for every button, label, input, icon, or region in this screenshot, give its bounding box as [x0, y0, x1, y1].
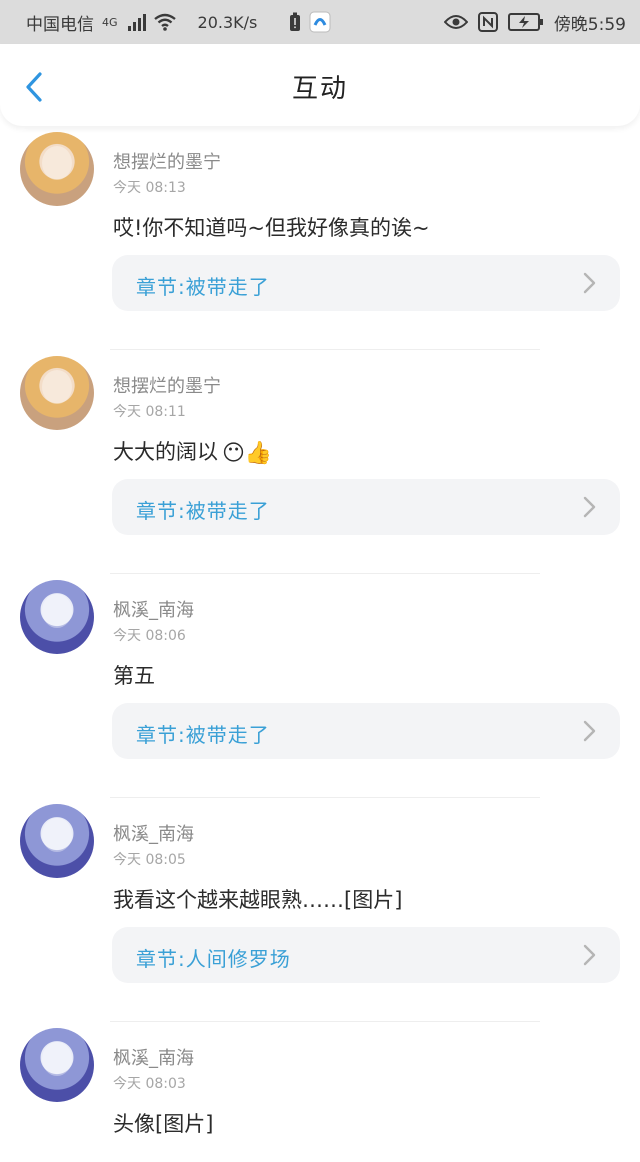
- comment-item[interactable]: 想摆烂的墨宁 今天 08:11 大大的阔以 😶👍 章节:被带走了: [0, 350, 640, 574]
- page-title: 互动: [291, 74, 348, 104]
- network-speed: 20.3K/s: [197, 12, 258, 32]
- nfc-icon: [477, 12, 498, 32]
- chapter-link[interactable]: 章节:人间修罗场: [112, 927, 620, 983]
- comment-text: 我看这个越来越眼熟……[图片]: [113, 888, 403, 912]
- comment-item[interactable]: 枫溪_南海 今天 08:06 第五 章节:被带走了: [0, 574, 640, 798]
- chevron-right-icon: [583, 272, 596, 294]
- timestamp: 今天 08:11: [113, 404, 186, 420]
- timestamp: 今天 08:05: [113, 852, 186, 868]
- comment-text-wrap: 大大的阔以 😶👍: [113, 436, 272, 466]
- chapter-link[interactable]: 章节:被带走了: [112, 255, 620, 311]
- battery-alert-icon: [290, 12, 301, 31]
- carrier-name: 中国电信: [26, 14, 94, 35]
- emoji: 😶👍: [222, 440, 273, 466]
- username[interactable]: 想摆烂的墨宁: [113, 148, 221, 174]
- comment-item[interactable]: 枫溪_南海 今天 08:05 我看这个越来越眼熟……[图片] 章节:人间修罗场: [0, 798, 640, 1022]
- chapter-label: 章节:被带走了: [136, 499, 270, 523]
- username[interactable]: 枫溪_南海: [113, 820, 194, 846]
- avatar[interactable]: [20, 132, 94, 206]
- chapter-label: 章节:被带走了: [136, 275, 270, 299]
- timestamp: 今天 08:13: [113, 180, 186, 196]
- clock: 傍晚5:59: [553, 14, 626, 35]
- wifi-icon: [153, 13, 176, 31]
- comment-item[interactable]: 想摆烂的墨宁 今天 08:13 哎!你不知道吗~但我好像真的诶~ 章节:被带走了: [0, 126, 640, 350]
- header: 互动: [0, 44, 640, 126]
- chapter-label: 章节:人间修罗场: [136, 947, 291, 971]
- chapter-link[interactable]: 章节:被带走了: [112, 703, 620, 759]
- chevron-right-icon: [583, 944, 596, 966]
- battery-charging-icon: [507, 13, 543, 31]
- timestamp: 今天 08:06: [113, 628, 186, 644]
- comment-feed[interactable]: 想摆烂的墨宁 今天 08:13 哎!你不知道吗~但我好像真的诶~ 章节:被带走了…: [0, 126, 640, 1162]
- avatar[interactable]: [20, 356, 94, 430]
- chevron-right-icon: [583, 720, 596, 742]
- username[interactable]: 枫溪_南海: [113, 596, 194, 622]
- comment-text: 大大的阔以: [113, 440, 218, 464]
- chapter-label: 章节:被带走了: [136, 723, 270, 747]
- eye-icon: [443, 15, 468, 29]
- comment-text: 哎!你不知道吗~但我好像真的诶~: [113, 216, 430, 240]
- status-right: 傍晚5:59: [443, 10, 626, 35]
- comment-text: 头像[图片]: [113, 1112, 214, 1136]
- chevron-right-icon: [583, 496, 596, 518]
- status-bar: 中国电信 4G 20.3K/s 傍晚5:59: [0, 0, 640, 44]
- signal-icon: [127, 13, 146, 31]
- network-type: 4G: [102, 15, 118, 29]
- username[interactable]: 想摆烂的墨宁: [113, 372, 221, 398]
- avatar[interactable]: [20, 580, 94, 654]
- avatar[interactable]: [20, 1028, 94, 1102]
- avatar[interactable]: [20, 804, 94, 878]
- status-left: 中国电信 4G 20.3K/s: [26, 10, 444, 35]
- comment-text: 第五: [113, 664, 155, 688]
- username[interactable]: 枫溪_南海: [113, 1044, 194, 1070]
- chapter-link[interactable]: 章节:被带走了: [112, 479, 620, 535]
- app-notification-icon: [309, 11, 331, 33]
- timestamp: 今天 08:03: [113, 1076, 186, 1092]
- comment-item[interactable]: 枫溪_南海 今天 08:03 头像[图片]: [0, 1022, 640, 1162]
